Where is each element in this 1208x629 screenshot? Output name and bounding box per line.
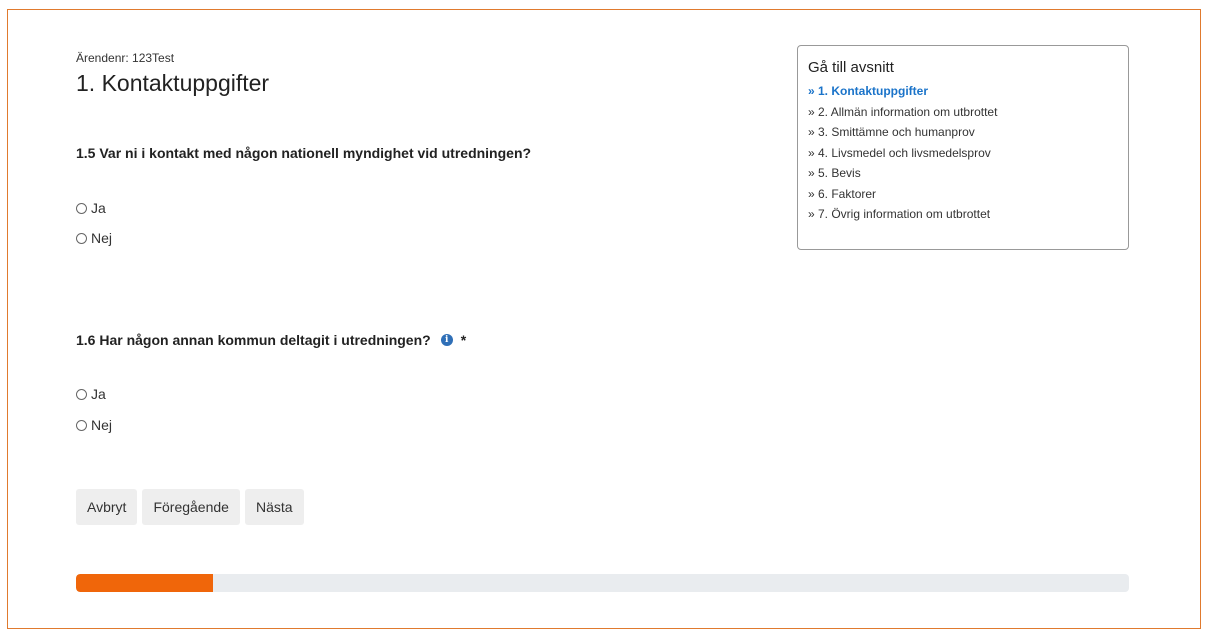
- toc-item-livsmedel[interactable]: » 4. Livsmedel och livsmedelsprov: [808, 143, 1118, 164]
- radio-button[interactable]: [76, 232, 87, 244]
- progress-bar: [76, 574, 1129, 592]
- section-navigation-list: » 1. Kontaktuppgifter » 2. Allmän inform…: [808, 81, 1118, 225]
- previous-button[interactable]: Föregående: [142, 489, 240, 525]
- progress-bar-fill: [76, 574, 213, 592]
- toc-item-kontaktuppgifter[interactable]: » 1. Kontaktuppgifter: [808, 81, 1118, 102]
- option-label: Nej: [91, 417, 113, 433]
- toc-item-smittamne[interactable]: » 3. Smittämne och humanprov: [808, 122, 1118, 143]
- option-label: Ja: [91, 386, 106, 402]
- cancel-button[interactable]: Avbryt: [76, 489, 138, 525]
- radio-button[interactable]: [76, 202, 87, 214]
- form-button-group: Avbryt Föregående Nästa: [76, 489, 304, 525]
- toc-item-allman-information[interactable]: » 2. Allmän information om utbrottet: [808, 102, 1118, 123]
- section-navigation-title: Gå till avsnitt: [808, 59, 894, 76]
- option-label: Nej: [91, 230, 113, 246]
- question-1-6-option-ja[interactable]: Ja: [76, 386, 106, 402]
- option-label: Ja: [91, 200, 106, 216]
- toc-item-faktorer[interactable]: » 6. Faktorer: [808, 184, 1118, 205]
- case-number: Ärendenr: 123Test: [76, 51, 175, 65]
- toc-item-bevis[interactable]: » 5. Bevis: [808, 163, 1118, 184]
- section-navigation-box: Gå till avsnitt » 1. Kontaktuppgifter » …: [797, 45, 1129, 250]
- question-1-5-option-nej[interactable]: Nej: [76, 230, 112, 246]
- question-1-6-label: 1.6 Har någon annan kommun deltagit i ut…: [76, 332, 431, 348]
- page-title: 1. Kontaktuppgifter: [76, 70, 270, 96]
- question-1-6: 1.6 Har någon annan kommun deltagit i ut…: [76, 332, 466, 348]
- required-asterisk: *: [460, 332, 467, 348]
- question-1-6-option-nej[interactable]: Nej: [76, 417, 112, 433]
- radio-button[interactable]: [76, 419, 87, 431]
- question-1-5-label: 1.5 Var ni i kontakt med någon nationell…: [76, 145, 532, 161]
- radio-button[interactable]: [76, 388, 87, 400]
- next-button[interactable]: Nästa: [244, 489, 304, 525]
- info-icon[interactable]: i: [440, 334, 453, 346]
- toc-item-ovrig-information[interactable]: » 7. Övrig information om utbrottet: [808, 204, 1118, 225]
- question-1-5-option-ja[interactable]: Ja: [76, 200, 106, 216]
